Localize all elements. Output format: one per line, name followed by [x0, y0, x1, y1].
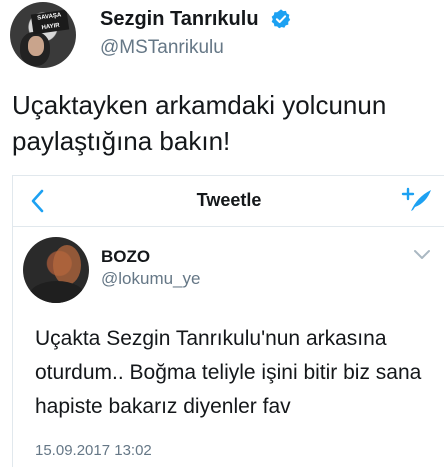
- avatar-face-glow: [53, 245, 81, 285]
- nav-title: Tweetle: [196, 190, 262, 210]
- author-name[interactable]: Sezgin Tanrıkulu: [100, 8, 259, 31]
- embedded-tweet: BOZO @lokumu_ye Uçakta Sezgin Tanrıkulu'…: [13, 227, 444, 467]
- author-name[interactable]: BOZO: [101, 247, 150, 267]
- avatar-person-face: [28, 36, 44, 56]
- author-handle[interactable]: @lokumu_ye: [101, 269, 200, 289]
- tweet-text: Uçakta Sezgin Tanrıkulu'nun arkasına otu…: [35, 327, 422, 418]
- chevron-down-icon[interactable]: [413, 249, 431, 261]
- avatar-shoulder: [29, 281, 85, 303]
- tweet-text: Uçaktayken arkamdaki yolcunun paylaştığı…: [12, 90, 387, 156]
- compose-tweet-icon[interactable]: [401, 186, 433, 214]
- avatar-sign: SAVAŞA HAYIR: [30, 9, 70, 35]
- verified-badge-icon: [271, 9, 291, 29]
- tweet-header: SAVAŞA HAYIR Sezgin Tanrıkulu @MSTanriku…: [0, 0, 444, 80]
- author-handle[interactable]: @MSTanrikulu: [100, 37, 224, 59]
- tweet-timestamp: 15.09.2017 13:02: [35, 442, 152, 459]
- embedded-screenshot: Tweetle BOZO @lokumu_ye Uçakta Sezgin Ta…: [12, 175, 444, 467]
- avatar[interactable]: [23, 237, 89, 303]
- embedded-nav-bar: Tweetle: [13, 176, 444, 227]
- avatar[interactable]: SAVAŞA HAYIR: [10, 2, 76, 68]
